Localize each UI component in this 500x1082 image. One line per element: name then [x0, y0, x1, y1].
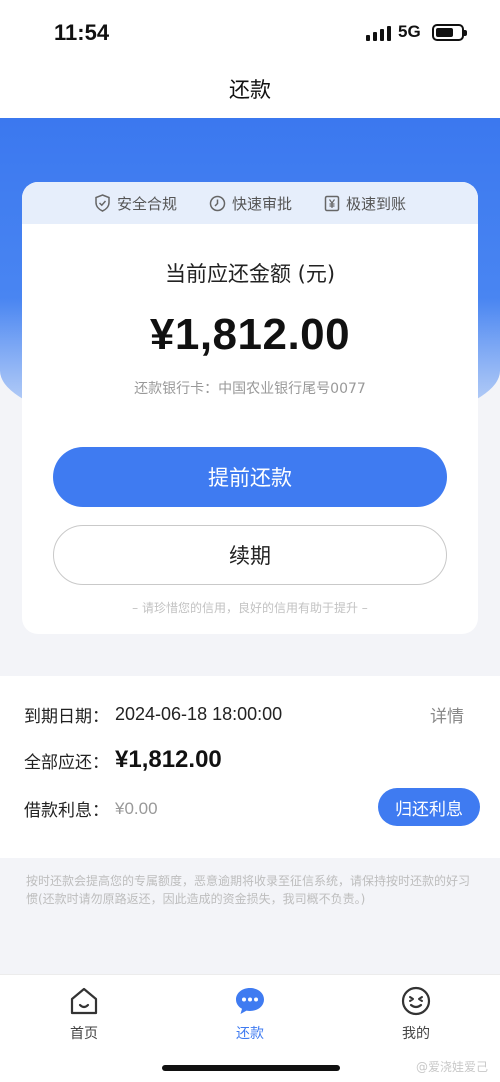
page-title: 还款 [229, 78, 271, 102]
home-icon [34, 985, 134, 1017]
repayment-notice: 按时还款会提高您的专属额度，恶意逾期将收录至征信系统，请保持按时还款的好习惯(还… [26, 874, 471, 906]
clock-icon [209, 195, 226, 212]
repay-interest-button[interactable]: 归还利息 [378, 788, 480, 826]
badge-label: 极速到账 [346, 194, 407, 213]
badge-label: 安全合规 [116, 194, 177, 213]
due-date-value: 2024-06-18 18:00:00 [115, 704, 283, 724]
status-time: 11:54 [54, 20, 110, 45]
bank-card-info: 还款银行卡：中国农业银行尾号0077 [134, 381, 366, 397]
interest-row: 借款利息： ¥0.00 [24, 796, 158, 822]
tab-mine[interactable]: 我的 [366, 985, 466, 1043]
due-date-label: 到期日期： [24, 707, 109, 727]
nav-bar: 还款 [0, 62, 500, 118]
shield-check-icon [94, 194, 111, 212]
smiley-face-icon [366, 985, 466, 1017]
badge-fast-approval: 快速审批 [209, 193, 292, 214]
tab-repay[interactable]: 还款 [200, 985, 300, 1043]
repayment-card: 安全合规 快速审批 极速到账 当前应还金额 (元) ¥1,812.00 还款银行… [22, 182, 478, 634]
renewal-button[interactable]: 续期 [53, 525, 447, 585]
chat-bubble-icon [200, 985, 300, 1017]
watermark: @爱浇娃爱己 [415, 1060, 488, 1074]
tab-label: 我的 [402, 1026, 430, 1042]
total-due-value: ¥1,812.00 [115, 746, 222, 773]
details-link[interactable]: 详情 [430, 702, 464, 727]
total-due-label: 全部应还： [24, 752, 109, 773]
badge-label: 快速审批 [231, 194, 292, 213]
total-due-row: 全部应还： ¥1,812.00 [24, 746, 222, 774]
feature-badges: 安全合规 快速审批 极速到账 [22, 182, 478, 224]
interest-label: 借款利息： [24, 801, 109, 821]
yen-receipt-icon [324, 195, 340, 212]
network-type: 5G [398, 22, 421, 41]
early-repayment-button[interactable]: 提前还款 [53, 447, 447, 507]
battery-icon [432, 24, 467, 41]
credit-tip: – 请珍惜您的信用，良好的信用有助于提升 – [132, 601, 368, 615]
tab-home[interactable]: 首页 [34, 985, 134, 1043]
signal-icon [366, 25, 391, 41]
interest-value: ¥0.00 [115, 798, 158, 818]
home-indicator [162, 1065, 340, 1071]
due-date-row: 到期日期： 2024-06-18 18:00:00 [24, 702, 282, 727]
tab-label: 还款 [236, 1026, 264, 1042]
loan-details: 到期日期： 2024-06-18 18:00:00 详情 全部应还： ¥1,81… [0, 676, 500, 858]
status-bar: 11:54 5G [0, 0, 500, 62]
badge-secure: 安全合规 [94, 193, 177, 214]
tab-label: 首页 [70, 1026, 98, 1042]
amount-due-value: ¥1,812.00 [149, 310, 351, 359]
badge-instant-payout: 极速到账 [324, 193, 406, 214]
amount-due-title: 当前应还金额 (元) [164, 262, 336, 286]
